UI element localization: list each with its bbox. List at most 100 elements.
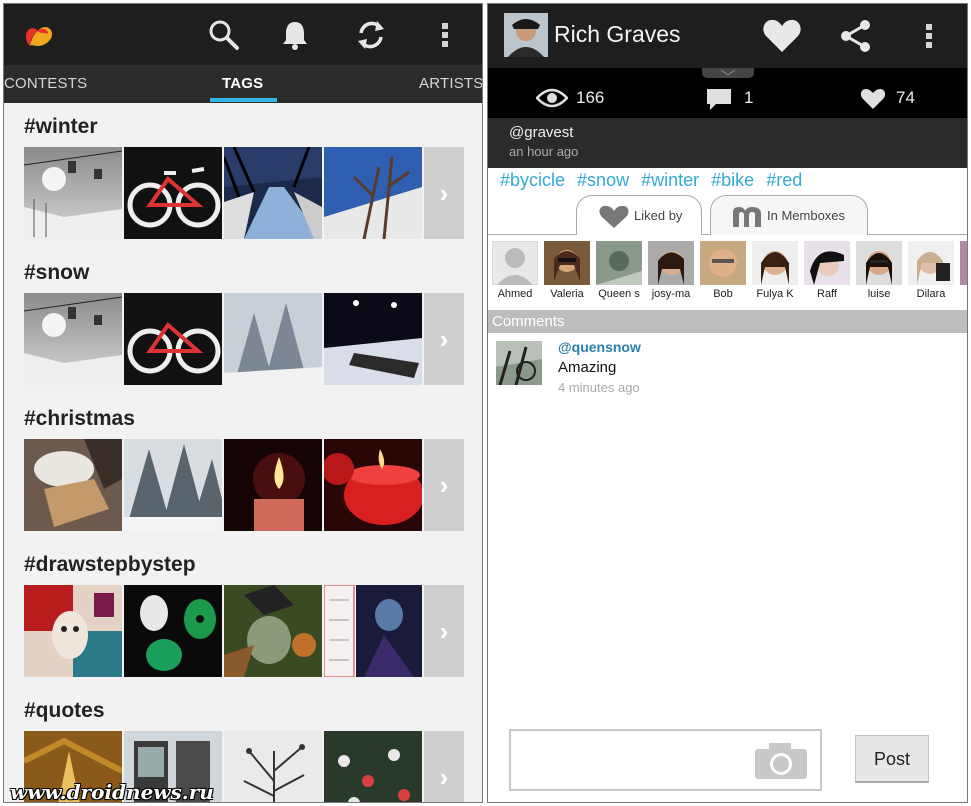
- liker-item[interactable]: Raff: [802, 241, 852, 300]
- overflow-menu-icon[interactable]: [430, 17, 460, 53]
- heart-icon: [599, 205, 629, 228]
- action-bar: Rich Graves: [488, 4, 967, 68]
- liker-name: Raff: [817, 288, 837, 300]
- photo-thumbnail[interactable]: [124, 439, 222, 531]
- photo-thumbnail[interactable]: [124, 293, 222, 385]
- hashtag-link[interactable]: #bike: [711, 170, 754, 190]
- comment-input[interactable]: [509, 729, 822, 791]
- tags-screen: CONTESTS TAGS ARTISTS #winter › #snow › …: [3, 3, 483, 803]
- hashtag-link[interactable]: #snow: [577, 170, 629, 190]
- liker-name: Queen s: [598, 288, 640, 300]
- overflow-menu-icon[interactable]: [918, 18, 940, 54]
- liker-name: Valeria: [550, 288, 584, 300]
- watermark: www.droidnews.ru: [10, 780, 214, 803]
- avatar: [752, 241, 798, 285]
- comment-author[interactable]: @quensnow: [558, 339, 641, 355]
- photo-thumbnail[interactable]: [24, 293, 122, 385]
- liker-item[interactable]: josy-ma: [646, 241, 696, 300]
- liker-name: Dilara: [916, 288, 946, 300]
- user-name[interactable]: Rich Graves: [554, 21, 681, 48]
- avatar: [804, 241, 850, 285]
- photo-thumbnail[interactable]: [324, 293, 422, 385]
- tag-thumbnails: ›: [24, 439, 464, 531]
- photo-thumbnail[interactable]: [324, 147, 422, 239]
- liker-name: Bob: [713, 288, 733, 300]
- tab-tags[interactable]: TAGS: [222, 75, 263, 92]
- tag-title[interactable]: #snow: [24, 261, 89, 285]
- tab-bar: CONTESTS TAGS ARTISTS: [4, 65, 482, 103]
- tag-title[interactable]: #winter: [24, 115, 98, 139]
- comment-time: 4 minutes ago: [558, 380, 640, 395]
- liker-item[interactable]: Queen s: [594, 241, 644, 300]
- hashtag-link[interactable]: #winter: [641, 170, 699, 190]
- refresh-icon[interactable]: [353, 17, 389, 53]
- author-handle[interactable]: @gravest: [509, 124, 573, 141]
- views-count: 166: [576, 88, 605, 107]
- liker-item[interactable]: Fulya K: [750, 241, 800, 300]
- more-button[interactable]: ›: [424, 293, 464, 385]
- more-button[interactable]: ›: [424, 585, 464, 677]
- photo-thumbnail[interactable]: [24, 147, 122, 239]
- avatar[interactable]: [496, 341, 542, 385]
- more-button[interactable]: ›: [424, 439, 464, 531]
- tab-liked-by[interactable]: Liked by: [576, 195, 702, 235]
- avatar: [960, 241, 967, 285]
- hashtag-list: #bycicle #snow #winter #bike #red: [500, 170, 809, 191]
- comment-text: Amazing: [558, 359, 617, 376]
- hashtag-link[interactable]: #bycicle: [500, 170, 565, 190]
- camera-icon[interactable]: [753, 741, 809, 781]
- tag-title[interactable]: #christmas: [24, 407, 135, 431]
- likes-count: 74: [896, 88, 915, 107]
- photo-thumbnail[interactable]: [224, 439, 322, 531]
- photo-thumbnail[interactable]: [324, 585, 422, 677]
- photo-thumbnail[interactable]: [124, 147, 222, 239]
- heart-icon[interactable]: [762, 18, 802, 54]
- tab-artists[interactable]: ARTISTS: [419, 75, 482, 92]
- more-button[interactable]: ›: [424, 147, 464, 239]
- avatar: [908, 241, 954, 285]
- tag-thumbnails: ›: [24, 147, 464, 239]
- active-tab-indicator: [210, 98, 277, 102]
- photo-thumbnail[interactable]: [224, 585, 322, 677]
- avatar: [544, 241, 590, 285]
- tab-in-memboxes[interactable]: In Memboxes: [710, 195, 868, 235]
- photo-thumbnail[interactable]: [224, 293, 322, 385]
- liker-item[interactable]: luise: [854, 241, 904, 300]
- photo-thumbnail[interactable]: [324, 731, 422, 802]
- tag-title[interactable]: #drawstepbystep: [24, 553, 196, 577]
- tag-section-christmas: #christmas ›: [4, 397, 482, 543]
- liker-item[interactable]: Dilara: [906, 241, 956, 300]
- comment-icon[interactable]: [706, 88, 732, 112]
- tag-thumbnails: ›: [24, 585, 464, 677]
- likers-list: Ahmed Valeria Queen s josy-ma Bob Fulya …: [488, 237, 967, 309]
- post-button[interactable]: Post: [855, 735, 929, 783]
- liker-item[interactable]: Ahmed: [490, 241, 540, 300]
- photo-thumbnail[interactable]: [324, 439, 422, 531]
- post-time: an hour ago: [509, 144, 579, 159]
- share-icon[interactable]: [838, 18, 874, 54]
- avatar: [492, 241, 538, 285]
- tab-label: In Memboxes: [767, 208, 846, 223]
- photo-thumbnail[interactable]: [124, 585, 222, 677]
- tag-section-winter: #winter ›: [4, 105, 482, 251]
- search-icon[interactable]: [206, 17, 242, 53]
- hashtag-link[interactable]: #red: [766, 170, 802, 190]
- collapse-handle[interactable]: [702, 68, 754, 78]
- photo-detail-screen: Rich Graves 166 1 74 @gravest an hour ag…: [487, 3, 968, 803]
- avatar[interactable]: [504, 13, 548, 57]
- photo-thumbnail[interactable]: [24, 585, 122, 677]
- liker-name: Ahmed: [497, 288, 533, 300]
- tag-title[interactable]: #quotes: [24, 699, 105, 723]
- more-button[interactable]: ›: [424, 731, 464, 802]
- photo-thumbnail[interactable]: [24, 439, 122, 531]
- liker-item[interactable]: M: [958, 241, 967, 300]
- liker-name: josy-ma: [651, 288, 691, 300]
- memboxes-logo-icon: [733, 207, 761, 227]
- liker-item[interactable]: Bob: [698, 241, 748, 300]
- photo-thumbnail[interactable]: [224, 147, 322, 239]
- photo-thumbnail[interactable]: [224, 731, 322, 802]
- bell-icon[interactable]: [277, 17, 313, 53]
- liker-item[interactable]: Valeria: [542, 241, 592, 300]
- comments-header: Comments: [488, 310, 967, 333]
- tab-contests[interactable]: CONTESTS: [4, 75, 87, 92]
